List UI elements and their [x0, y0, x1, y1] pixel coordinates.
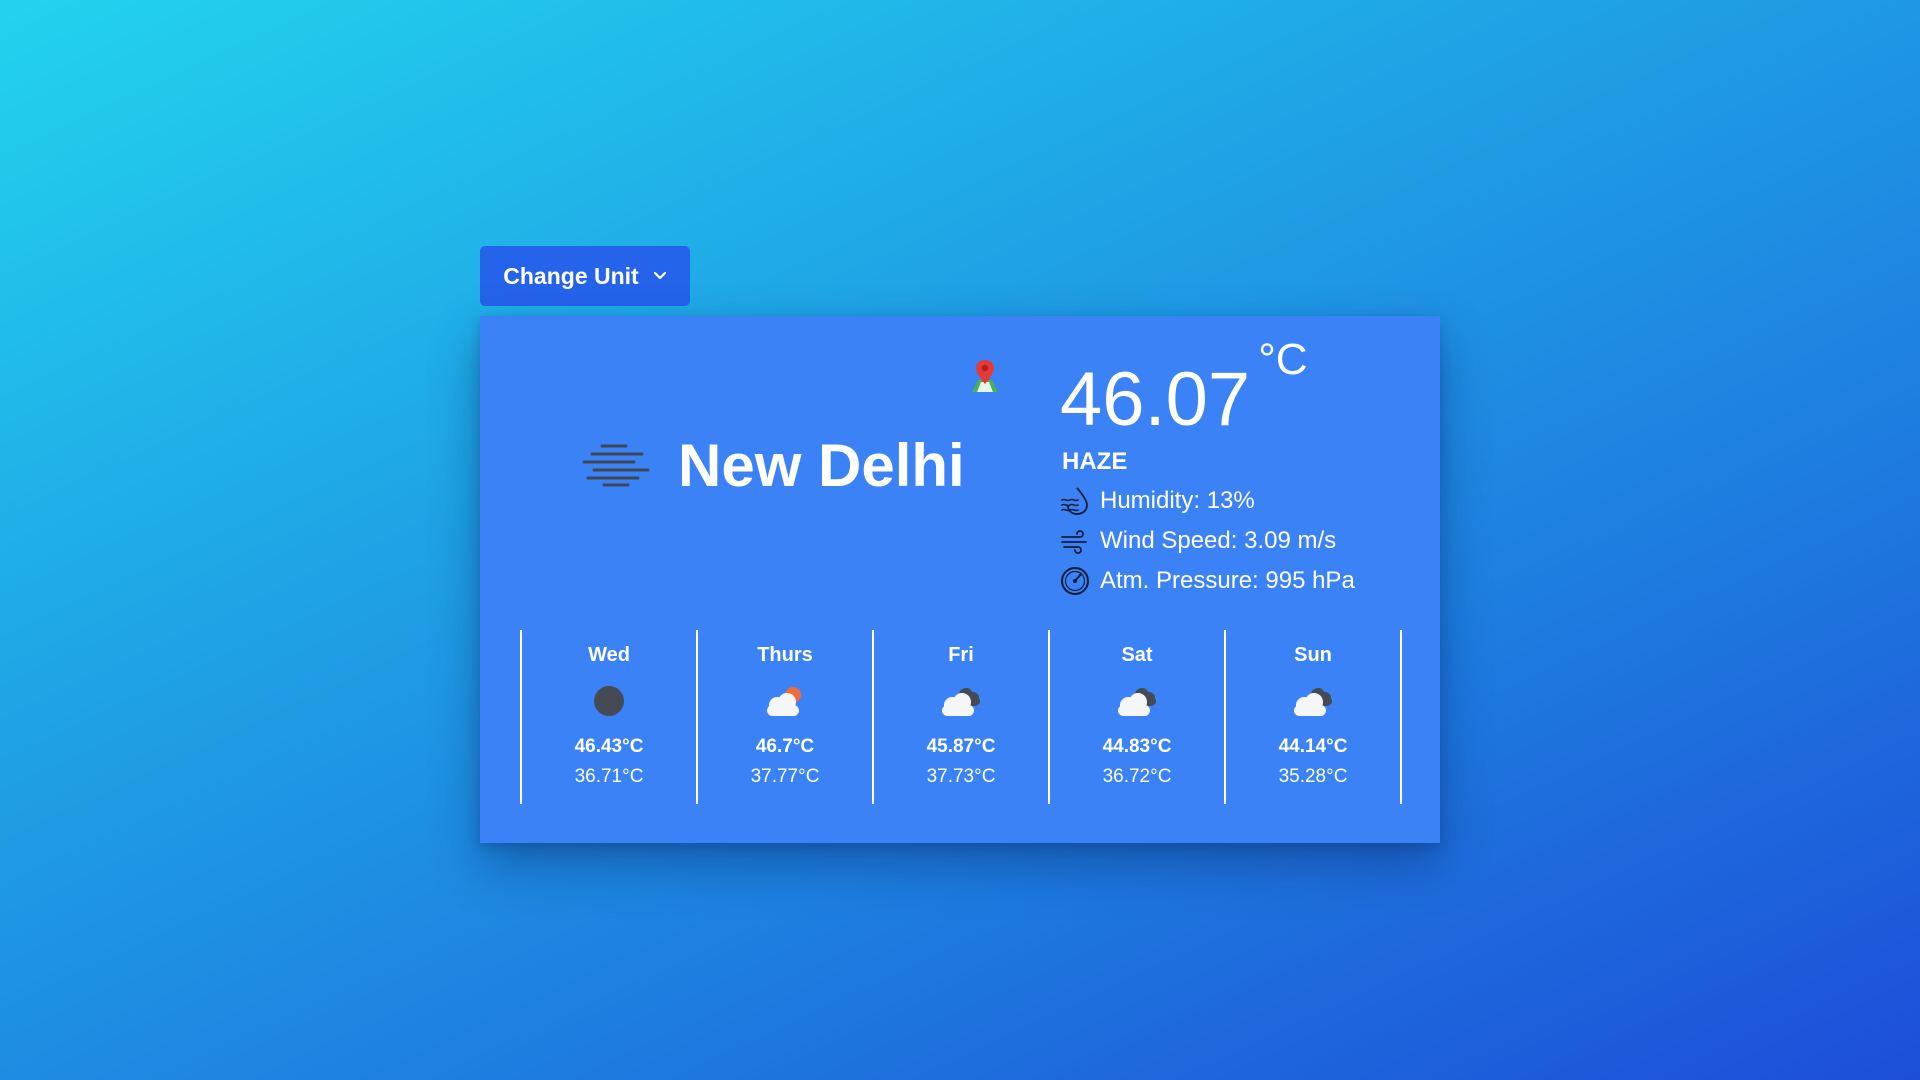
gauge-icon	[1060, 566, 1090, 596]
cloudy-icon	[1114, 684, 1160, 723]
map-pin-icon[interactable]	[968, 358, 1002, 399]
humidity-row: Humidity: 13%	[1060, 486, 1355, 516]
forecast-min-temp: 36.72°C	[1102, 766, 1172, 787]
partly-cloudy-icon	[762, 684, 808, 723]
humidity-icon	[1060, 486, 1090, 516]
forecast-day-name: Fri	[948, 644, 974, 666]
pressure-text: Atm. Pressure: 995 hPa	[1100, 566, 1355, 594]
cloudy-icon	[938, 684, 984, 723]
forecast-day: Sat 44.83°C 36.72°C	[1048, 630, 1224, 804]
night-clear-icon	[591, 683, 627, 724]
wind-row: Wind Speed: 3.09 m/s	[1060, 526, 1355, 556]
forecast-min-temp: 37.73°C	[926, 766, 996, 787]
forecast-max-temp: 44.83°C	[1102, 736, 1172, 757]
forecast-day-name: Wed	[588, 644, 630, 666]
forecast-min-temp: 35.28°C	[1278, 766, 1348, 787]
forecast-day: Sun 44.14°C 35.28°C	[1224, 630, 1402, 804]
forecast-min-temp: 36.71°C	[574, 766, 644, 787]
forecast-max-temp: 46.43°C	[574, 736, 644, 757]
pressure-row: Atm. Pressure: 995 hPa	[1060, 566, 1355, 596]
forecast-day: Fri 45.87°C 37.73°C	[872, 630, 1048, 804]
current-temperature: 46.07	[1060, 357, 1251, 442]
haze-icon	[580, 440, 650, 493]
change-unit-button[interactable]: Change Unit	[480, 246, 690, 306]
forecast-day: Thurs 46.7°C 37.77°C	[696, 630, 872, 804]
forecast-row: Wed 46.43°C 36.71°C Thurs 46.7°C 37.77°C…	[520, 630, 1402, 804]
forecast-max-temp: 44.14°C	[1278, 736, 1348, 757]
weather-card: New Delhi 46.07 °C HAZE Humidity: 13% Wi…	[480, 316, 1440, 843]
cloudy-icon	[1290, 684, 1336, 723]
forecast-max-temp: 46.7°C	[755, 736, 815, 757]
wind-icon	[1060, 526, 1090, 556]
humidity-text: Humidity: 13%	[1100, 486, 1255, 514]
wind-text: Wind Speed: 3.09 m/s	[1100, 526, 1337, 554]
weather-condition: HAZE	[1062, 447, 1128, 475]
forecast-day-name: Thurs	[757, 644, 813, 666]
forecast-max-temp: 45.87°C	[926, 736, 996, 757]
city-name: New Delhi	[678, 432, 965, 499]
forecast-day-name: Sat	[1121, 644, 1153, 666]
chevron-down-icon	[653, 271, 667, 281]
temperature-unit: °C	[1258, 335, 1308, 384]
forecast-day-name: Sun	[1294, 644, 1332, 666]
forecast-min-temp: 37.77°C	[750, 766, 820, 787]
change-unit-label: Change Unit	[503, 262, 639, 289]
forecast-day: Wed 46.43°C 36.71°C	[520, 630, 696, 804]
city-block: New Delhi	[580, 436, 965, 496]
current-conditions: 46.07 °C HAZE Humidity: 13% Wind Speed: …	[1060, 338, 1355, 596]
